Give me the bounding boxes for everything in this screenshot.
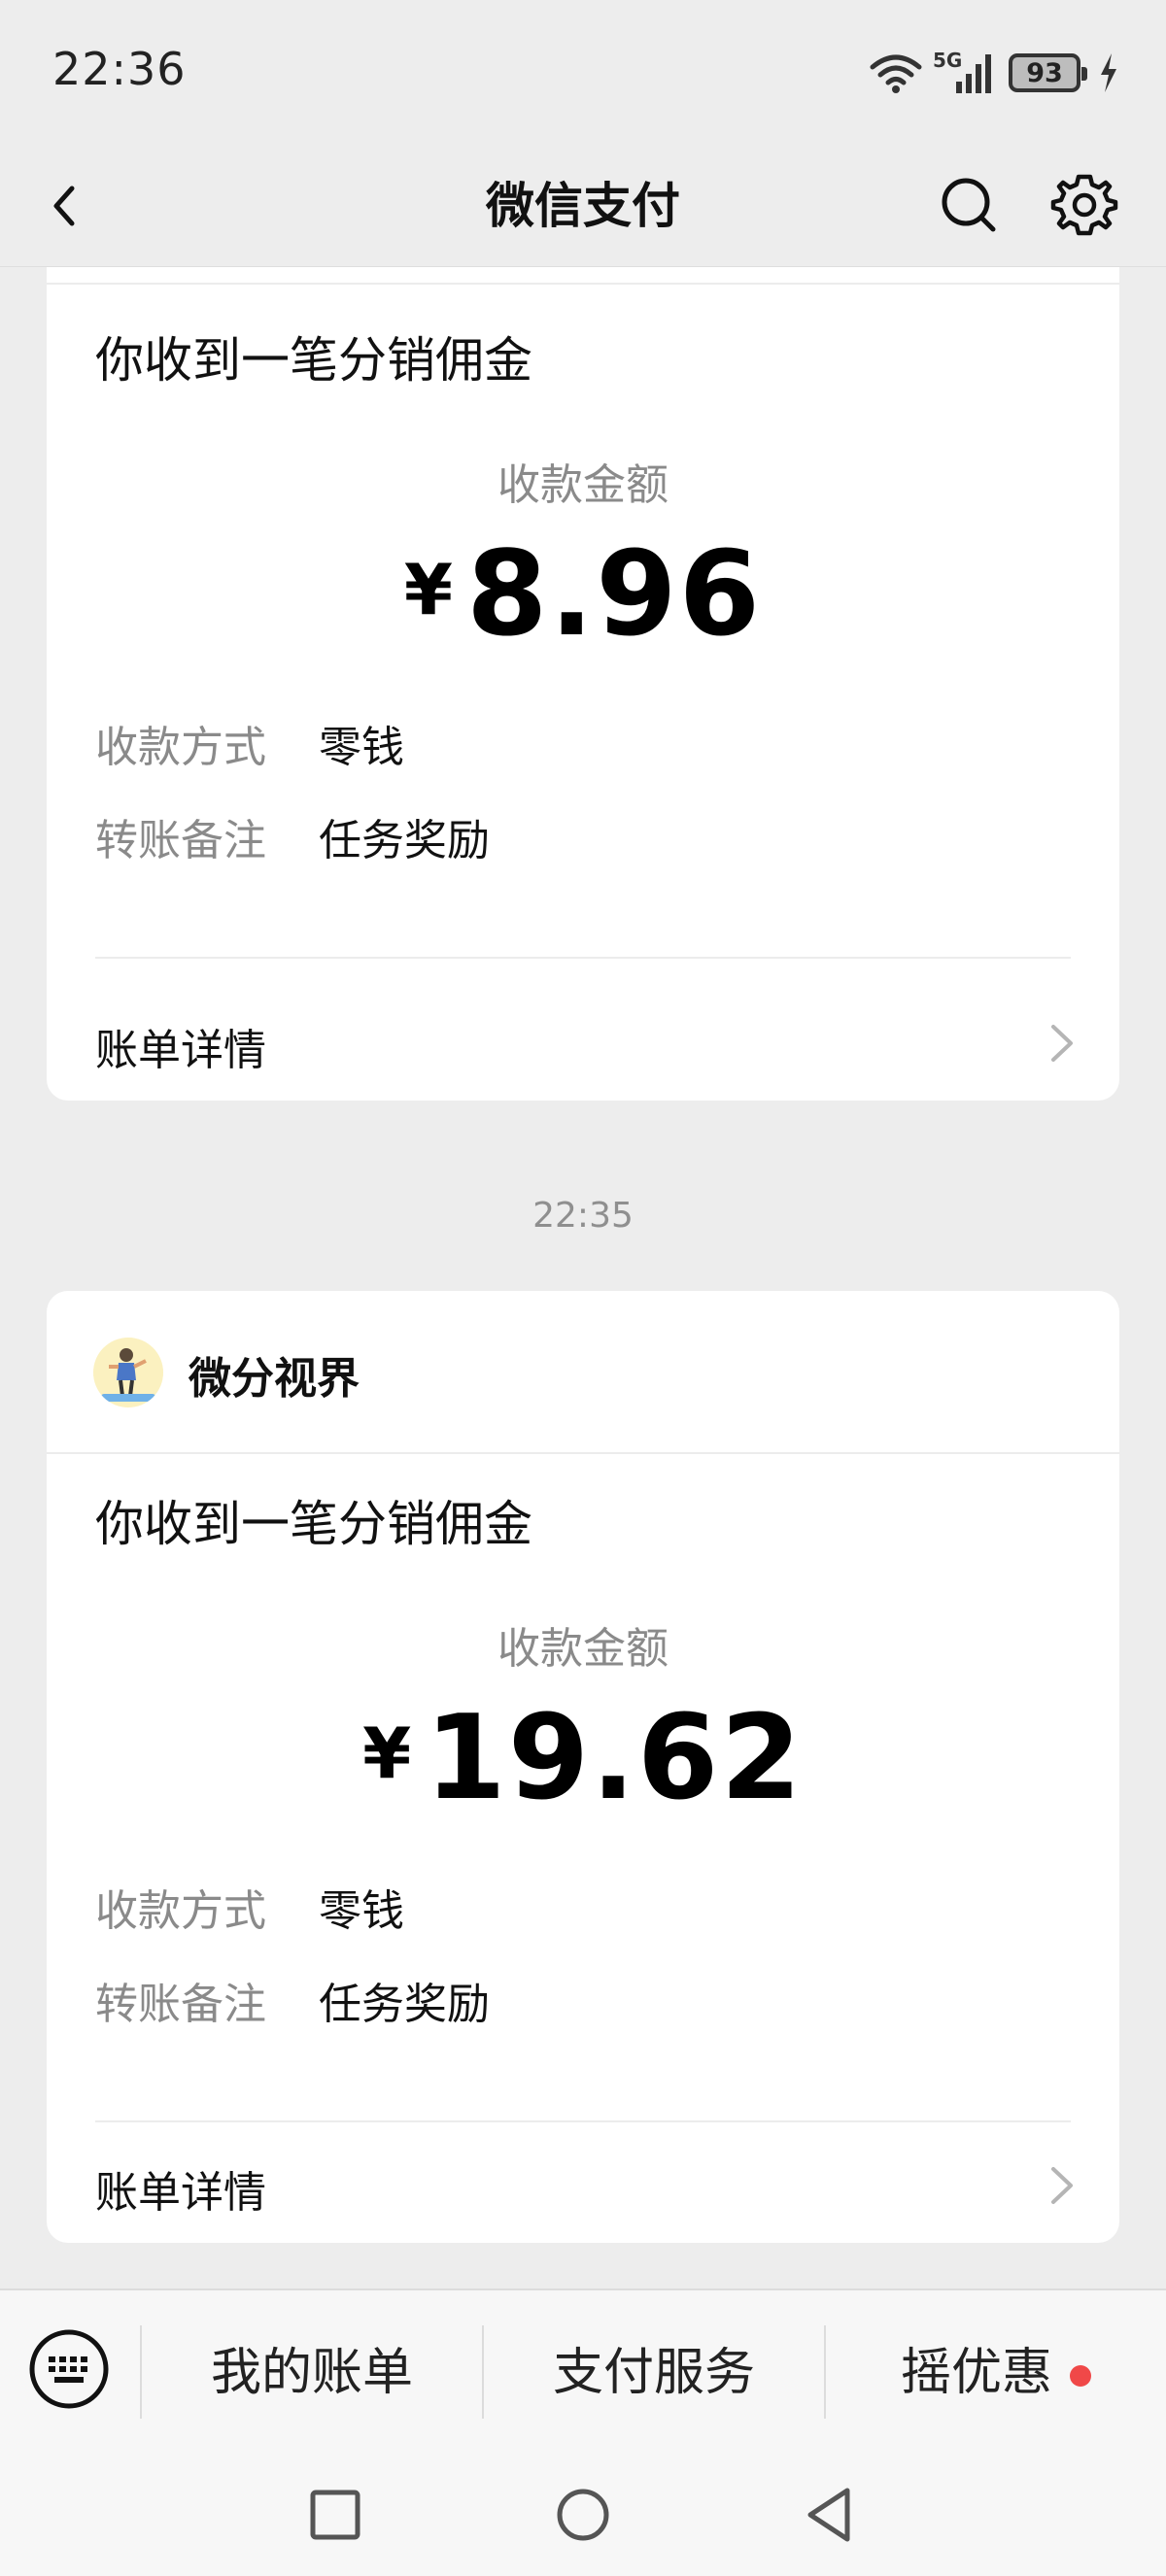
card-title: 你收到一笔分销佣金	[95, 1496, 532, 1552]
cellular-signal-icon: 5G	[933, 49, 999, 97]
search-icon[interactable]	[935, 165, 1003, 243]
currency-symbol: ¥	[362, 1712, 412, 1794]
currency-symbol: ¥	[403, 549, 454, 630]
back-triangle-icon[interactable]	[797, 2481, 865, 2549]
timestamp: 22:35	[532, 1196, 634, 1236]
card-divider	[95, 2120, 1071, 2122]
wifi-icon	[870, 54, 922, 93]
transfer-note-label: 转账备注	[95, 816, 266, 865]
gear-icon[interactable]	[1049, 165, 1119, 243]
card-title: 你收到一笔分销佣金	[95, 332, 532, 389]
transfer-note-value: 任务奖励	[319, 1980, 490, 2029]
amount-label: 收款金额	[497, 460, 669, 510]
status-bar: 22:36 5G 93	[0, 0, 1166, 146]
payment-method-label: 收款方式	[95, 723, 266, 772]
amount-value: 19.62	[425, 1691, 804, 1826]
battery-icon: 93	[1009, 53, 1087, 92]
transfer-note-label: 转账备注	[95, 1980, 266, 2029]
menu-shake-deals[interactable]: 摇优惠	[826, 2329, 1166, 2417]
payment-method-value: 零钱	[319, 723, 404, 772]
card-header-divider	[47, 283, 1119, 285]
chevron-right-icon	[1051, 2167, 1073, 2204]
bill-detail-link[interactable]: 账单详情	[47, 984, 1119, 1101]
amount-value: 8.96	[466, 527, 763, 662]
menu-my-bills[interactable]: 我的账单	[142, 2329, 482, 2417]
merchant-name: 微分视界	[189, 1354, 360, 1404]
amount: ¥ 8.96	[47, 537, 1119, 654]
bottom-menu: 我的账单 支付服务 摇优惠	[0, 2288, 1166, 2452]
merchant-header[interactable]: 微分视界	[47, 1291, 1119, 1454]
nav-bar: 微信支付	[0, 146, 1166, 266]
chevron-right-icon	[1051, 1025, 1073, 1062]
bill-detail-label: 账单详情	[95, 1026, 266, 1075]
payment-card: 你收到一笔分销佣金 收款金额 ¥ 8.96 收款方式 零钱 转账备注 任务奖励 …	[47, 267, 1119, 1101]
battery-level: 93	[1026, 57, 1063, 88]
home-icon[interactable]	[549, 2481, 617, 2549]
menu-shake-deals-label: 摇优惠	[900, 2344, 1052, 2402]
card-divider	[95, 957, 1071, 959]
amount: ¥ 19.62	[47, 1701, 1119, 1817]
amount-label: 收款金额	[497, 1624, 669, 1674]
status-time: 22:36	[52, 43, 187, 95]
menu-my-bills-label: 我的账单	[210, 2344, 413, 2402]
bill-detail-link[interactable]: 账单详情	[47, 2126, 1119, 2243]
notification-dot	[1070, 2365, 1091, 2387]
payment-method-value: 零钱	[319, 1886, 404, 1936]
menu-payment-services[interactable]: 支付服务	[484, 2329, 824, 2417]
system-nav	[0, 2452, 1166, 2576]
bill-detail-label: 账单详情	[95, 2168, 266, 2218]
recent-apps-icon[interactable]	[301, 2481, 369, 2549]
transfer-note-value: 任务奖励	[319, 816, 490, 865]
payment-method-label: 收款方式	[95, 1886, 266, 1936]
payment-card: 微分视界 你收到一笔分销佣金 收款金额 ¥ 19.62 收款方式 零钱 转账备注…	[47, 1291, 1119, 2243]
charging-icon	[1101, 53, 1116, 92]
menu-payment-services-label: 支付服务	[552, 2344, 755, 2402]
keyboard-icon[interactable]	[27, 2327, 111, 2411]
message-list[interactable]: 你收到一笔分销佣金 收款金额 ¥ 8.96 收款方式 零钱 转账备注 任务奖励 …	[0, 266, 1166, 2288]
status-icons: 5G 93	[869, 49, 1119, 97]
avatar	[93, 1338, 163, 1407]
